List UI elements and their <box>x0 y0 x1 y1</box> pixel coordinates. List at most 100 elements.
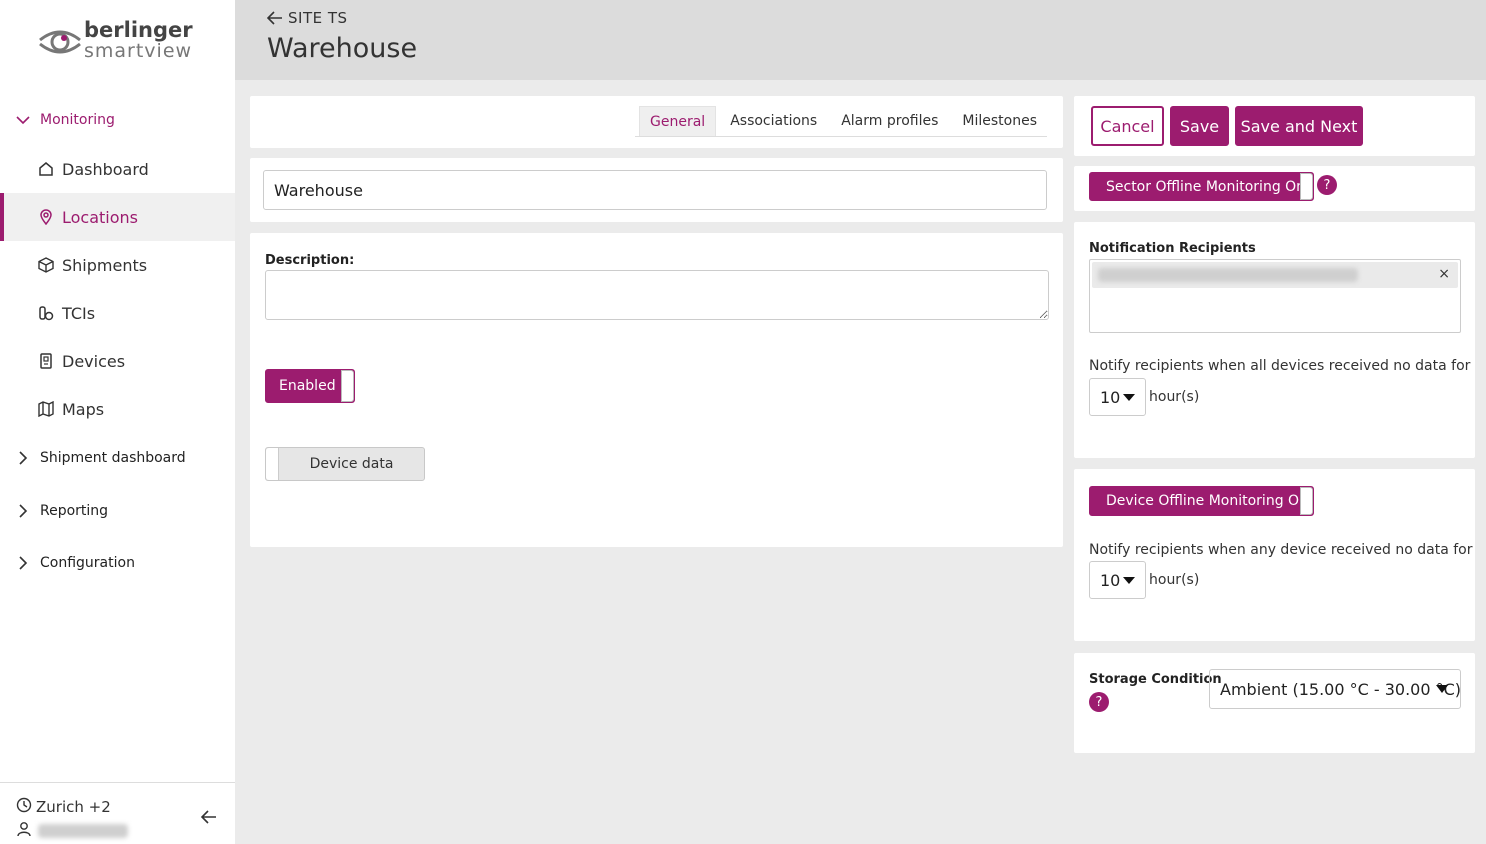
device-offline-monitoring-toggle[interactable]: Device Offline Monitoring On <box>1089 486 1314 516</box>
sector-hours-select[interactable]: 10 <box>1089 378 1146 416</box>
nav-group-label: Configuration <box>40 555 135 571</box>
sector-offline-monitoring-toggle[interactable]: Sector Offline Monitoring On <box>1089 172 1314 201</box>
tab-alarm-profiles[interactable]: Alarm profiles <box>831 106 948 136</box>
collapse-sidebar-button[interactable] <box>200 809 218 829</box>
logo-text-primary: berlinger <box>84 18 193 42</box>
arrow-left-icon <box>267 11 282 25</box>
description-label: Description: <box>265 253 355 268</box>
user-icon <box>16 821 32 841</box>
sector-toggle-label: Sector Offline Monitoring On <box>1106 178 1306 195</box>
nav-group-monitoring[interactable]: Monitoring <box>0 100 235 140</box>
user-name-redacted <box>38 824 128 838</box>
storage-condition-select[interactable]: Ambient (15.00 °C - 30.00 °C) <box>1209 669 1461 709</box>
caret-down-icon <box>1436 685 1448 693</box>
nav-group-reporting[interactable]: Reporting <box>0 491 235 531</box>
sidebar-item-label: TCIs <box>62 303 96 323</box>
nav-group-label: Monitoring <box>40 112 115 128</box>
enabled-toggle[interactable]: Enabled <box>265 369 355 403</box>
page-title: Warehouse <box>267 33 418 64</box>
storage-condition-label: Storage Condition <box>1089 672 1222 687</box>
sidebar-item-shipments[interactable]: Shipments <box>0 241 235 289</box>
enabled-toggle-label: Enabled <box>279 378 336 394</box>
sidebar-item-label: Dashboard <box>62 159 149 179</box>
actions-card: Cancel Save Save and Next <box>1074 96 1475 156</box>
berlinger-logo[interactable]: berlinger smartview <box>38 18 208 68</box>
remove-recipient-icon[interactable]: × <box>1438 266 1450 282</box>
tab-associations[interactable]: Associations <box>720 106 827 136</box>
storage-condition-value: Ambient (15.00 °C - 30.00 °C) <box>1220 679 1461 699</box>
device-data-toggle-label: Device data <box>309 456 394 472</box>
tci-icon <box>38 305 62 321</box>
toggle-knob <box>266 448 279 480</box>
sector-help-icon[interactable]: ? <box>1317 175 1337 195</box>
sector-notify-text: Notify recipients when all devices recei… <box>1089 358 1471 374</box>
device-monitoring-card: Device Offline Monitoring On Notify reci… <box>1074 469 1475 641</box>
package-icon <box>38 257 62 273</box>
tab-bar: General Associations Alarm profiles Mile… <box>635 106 1047 137</box>
caret-down-icon <box>1123 394 1135 401</box>
save-button[interactable]: Save <box>1170 106 1229 146</box>
chevron-right-icon <box>0 504 40 518</box>
nav-group-configuration[interactable]: Configuration <box>0 543 235 583</box>
recipients-card: Notification Recipients × Notify recipie… <box>1074 222 1475 458</box>
tab-general[interactable]: General <box>639 106 717 136</box>
arrow-left-icon <box>200 810 216 824</box>
location-pin-icon <box>38 209 62 225</box>
sidebar-item-locations[interactable]: Locations <box>0 193 235 241</box>
sidebar-item-tcis[interactable]: TCIs <box>0 289 235 337</box>
sector-monitoring-card: Sector Offline Monitoring On ? <box>1074 166 1475 211</box>
caret-down-icon <box>1123 577 1135 584</box>
map-icon <box>38 401 62 417</box>
device-data-toggle[interactable]: Device data <box>265 447 425 481</box>
storage-help-icon[interactable]: ? <box>1089 692 1109 712</box>
device-toggle-label: Device Offline Monitoring On <box>1106 493 1308 509</box>
toggle-knob <box>1300 173 1313 200</box>
nav-group-shipment-dashboard[interactable]: Shipment dashboard <box>0 438 235 478</box>
chevron-right-icon <box>0 556 40 570</box>
location-name-input[interactable] <box>263 170 1047 210</box>
notification-recipients-label: Notification Recipients <box>1089 241 1256 256</box>
eye-logo-icon <box>39 30 81 54</box>
name-card <box>250 158 1063 222</box>
sidebar-item-label: Maps <box>62 399 105 419</box>
chevron-down-icon <box>0 115 40 125</box>
toggle-knob <box>1300 487 1313 515</box>
clock-icon <box>16 797 32 817</box>
tab-milestones[interactable]: Milestones <box>952 106 1047 136</box>
user-menu[interactable] <box>16 821 128 841</box>
main-form-card: Description: Enabled Device data <box>250 233 1063 547</box>
device-notify-text: Notify recipients when any device receiv… <box>1089 542 1473 558</box>
storage-condition-card: Storage Condition ? Ambient (15.00 °C - … <box>1074 653 1475 753</box>
recipients-multiselect[interactable]: × <box>1089 259 1461 333</box>
sidebar-footer: Zurich +2 <box>0 782 235 844</box>
tabs-card: General Associations Alarm profiles Mile… <box>250 96 1063 148</box>
nav-group-label: Shipment dashboard <box>40 450 186 466</box>
timezone-display[interactable]: Zurich +2 <box>16 797 111 817</box>
save-and-next-button[interactable]: Save and Next <box>1235 106 1363 146</box>
page-header: SITE TS Warehouse <box>235 0 1486 80</box>
sector-hours-unit: hour(s) <box>1149 389 1200 405</box>
device-hours-unit: hour(s) <box>1149 572 1200 588</box>
sidebar-item-label: Shipments <box>62 255 148 275</box>
recipient-email-redacted <box>1098 268 1358 282</box>
back-link[interactable]: SITE TS <box>267 9 348 27</box>
logo-text-secondary: smartview <box>84 40 193 62</box>
cancel-button[interactable]: Cancel <box>1091 106 1164 146</box>
home-icon <box>38 161 62 177</box>
sidebar-item-maps[interactable]: Maps <box>0 385 235 433</box>
sidebar-item-devices[interactable]: Devices <box>0 337 235 385</box>
toggle-knob <box>341 370 354 402</box>
sidebar: berlinger smartview Monitoring Dashboard… <box>0 0 235 844</box>
nav-group-label: Reporting <box>40 503 109 519</box>
sidebar-item-dashboard[interactable]: Dashboard <box>0 145 235 193</box>
description-textarea[interactable] <box>265 270 1049 320</box>
recipient-chip: × <box>1092 262 1458 288</box>
sidebar-item-label: Devices <box>62 351 126 371</box>
timezone-label: Zurich +2 <box>36 798 111 816</box>
chevron-right-icon <box>0 451 40 465</box>
device-hours-select[interactable]: 10 <box>1089 561 1146 599</box>
device-icon <box>38 353 62 369</box>
sidebar-item-label: Locations <box>62 207 139 227</box>
back-link-label: SITE TS <box>288 9 348 27</box>
sector-hours-value: 10 <box>1100 387 1121 407</box>
